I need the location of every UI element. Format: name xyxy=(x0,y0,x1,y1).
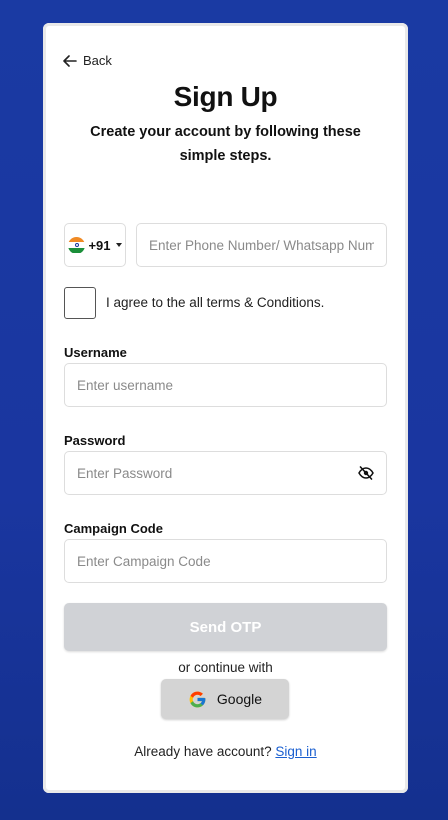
chevron-down-icon xyxy=(115,243,122,247)
terms-checkbox[interactable] xyxy=(64,287,96,319)
india-flag-icon xyxy=(68,236,86,254)
already-account-text: Already have account? xyxy=(134,744,272,759)
back-button[interactable]: Back xyxy=(63,53,112,68)
eye-off-icon[interactable] xyxy=(358,466,374,480)
username-input[interactable] xyxy=(64,363,387,407)
back-label: Back xyxy=(83,53,112,68)
google-label: Google xyxy=(216,691,263,707)
page-subtitle: Create your account by following these s… xyxy=(90,124,361,164)
phone-input[interactable] xyxy=(136,223,387,267)
signup-card: Back Sign Up Create your account by foll… xyxy=(43,23,408,793)
username-label: Username xyxy=(64,345,127,360)
campaign-code-input[interactable] xyxy=(64,539,387,583)
country-code: +91 xyxy=(88,237,111,253)
campaign-code-label: Campaign Code xyxy=(64,521,163,536)
country-code-select[interactable]: +91 xyxy=(64,223,126,267)
google-icon xyxy=(189,691,206,707)
terms-label: I agree to the all terms & Conditions. xyxy=(106,295,325,310)
send-otp-button[interactable]: Send OTP xyxy=(64,603,387,651)
page-title: Sign Up xyxy=(173,81,278,112)
continue-with-text: or continue with xyxy=(178,660,273,675)
password-input[interactable] xyxy=(64,451,387,495)
signin-link[interactable]: Sign in xyxy=(275,744,316,759)
password-label: Password xyxy=(64,433,126,448)
signin-prompt: Already have account? Sign in xyxy=(43,744,408,759)
google-signin-button[interactable]: Google xyxy=(161,679,289,719)
arrow-left-icon xyxy=(63,54,77,67)
